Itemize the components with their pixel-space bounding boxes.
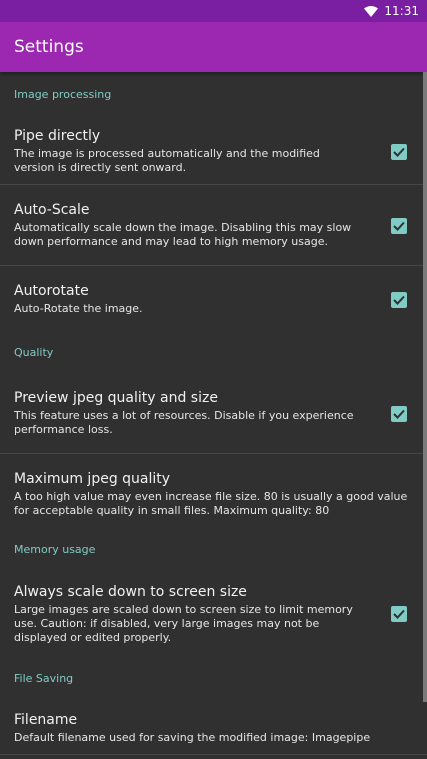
- list-divider: [0, 754, 427, 755]
- scale-down-checkbox[interactable]: [391, 606, 407, 622]
- checkmark-icon: [393, 295, 405, 305]
- preferences-list: Image processing Pipe directly The image…: [0, 72, 427, 759]
- app-bar: Settings: [0, 22, 427, 72]
- pref-preview-quality[interactable]: Preview jpeg quality and size This featu…: [0, 373, 427, 454]
- pref-title: Maximum jpeg quality: [14, 470, 171, 487]
- category-file-saving: File Saving: [14, 672, 74, 685]
- pref-title: Filename: [14, 711, 78, 728]
- pref-summary: Large images are scaled down to screen s…: [14, 602, 353, 644]
- page-title: Settings: [14, 37, 84, 57]
- settings-screen: 11:31 Settings Image processing Pipe dir…: [0, 0, 427, 759]
- pref-title: Autorotate: [14, 283, 89, 299]
- checkmark-icon: [393, 609, 405, 619]
- pref-title: Always scale down to screen size: [14, 583, 247, 600]
- category-quality: Quality: [14, 346, 54, 359]
- auto-scale-checkbox[interactable]: [391, 217, 407, 234]
- pref-filename[interactable]: Filename Default filename used for savin…: [0, 696, 427, 759]
- pref-summary: The image is processed automatically and…: [14, 147, 320, 174]
- category-image-processing: Image processing: [14, 88, 112, 101]
- pref-summary: A too high value may even increase file …: [14, 489, 408, 517]
- pref-summary: Default filename used for saving the mod…: [14, 730, 371, 744]
- autorotate-checkbox[interactable]: [391, 291, 407, 308]
- pref-autorotate[interactable]: Autorotate Auto-Rotate the image.: [0, 266, 427, 333]
- category-memory-usage: Memory usage: [14, 543, 96, 556]
- status-time: 11:31: [384, 4, 419, 18]
- pref-summary: Auto-Rotate the image.: [14, 302, 143, 315]
- pref-title: Auto-Scale: [14, 202, 90, 218]
- pref-title: Preview jpeg quality and size: [14, 390, 218, 406]
- pref-max-quality[interactable]: Maximum jpeg quality A too high value ma…: [0, 454, 427, 534]
- preview-quality-checkbox[interactable]: [391, 405, 407, 422]
- checkmark-icon: [393, 409, 405, 419]
- pref-summary: Automatically scale down the image. Disa…: [14, 221, 352, 248]
- pref-title: Pipe directly: [14, 128, 101, 144]
- scrollbar[interactable]: [423, 72, 427, 702]
- checkmark-icon: [393, 147, 405, 157]
- checkmark-icon: [393, 221, 405, 231]
- wifi-icon: [364, 5, 379, 17]
- pref-pipe-directly[interactable]: Pipe directly The image is processed aut…: [0, 118, 427, 185]
- pipe-directly-checkbox[interactable]: [391, 143, 407, 160]
- pref-summary: This feature uses a lot of resources. Di…: [14, 409, 354, 436]
- pref-auto-scale[interactable]: Auto-Scale Automatically scale down the …: [0, 185, 427, 266]
- pref-scale-down[interactable]: Always scale down to screen size Large i…: [0, 566, 427, 662]
- status-bar: 11:31: [0, 0, 427, 22]
